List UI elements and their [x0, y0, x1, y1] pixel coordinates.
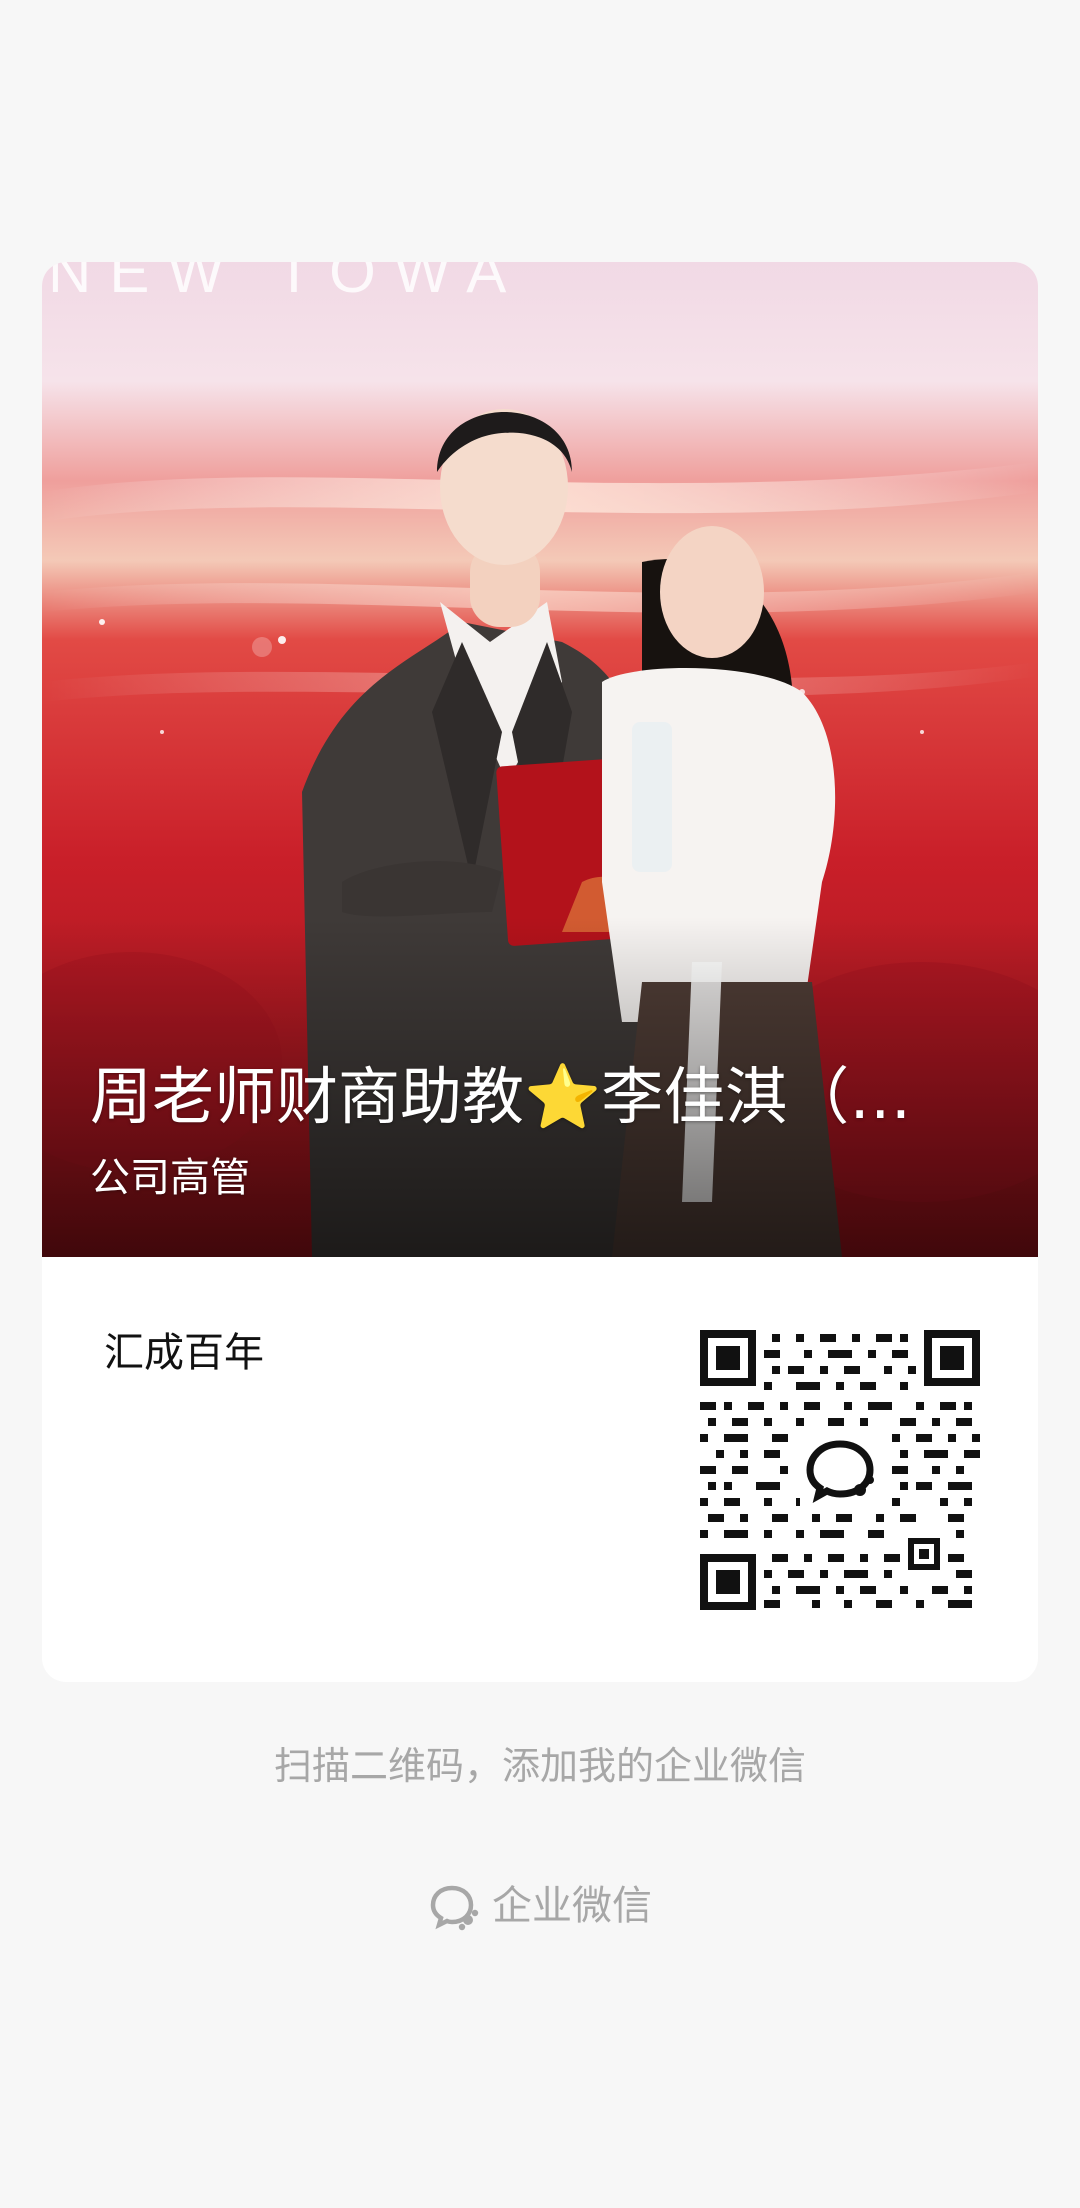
banner-text: NEW TOWA — [48, 262, 524, 305]
profile-photo: NEW TOWA 周老师财商助教⭐李佳淇（… 公司高管 — [42, 262, 1038, 1257]
scan-hint: 扫描二维码，添加我的企业微信 — [273, 1744, 806, 1788]
business-card: NEW TOWA 周老师财商助教⭐李佳淇（… 公司高管 汇成百年 — [42, 262, 1038, 1682]
wecom-logo-icon — [430, 1885, 479, 1931]
contact-name: 周老师财商助教⭐李佳淇（… — [90, 1060, 912, 1133]
wecom-brand: 企业微信 — [0, 1878, 1080, 1934]
wecom-brand-label: 企业微信 — [492, 1883, 652, 1929]
qr-code[interactable] — [700, 1330, 980, 1610]
company-name: 汇成百年 — [104, 1330, 264, 1376]
contact-title: 公司高管 — [90, 1155, 250, 1201]
